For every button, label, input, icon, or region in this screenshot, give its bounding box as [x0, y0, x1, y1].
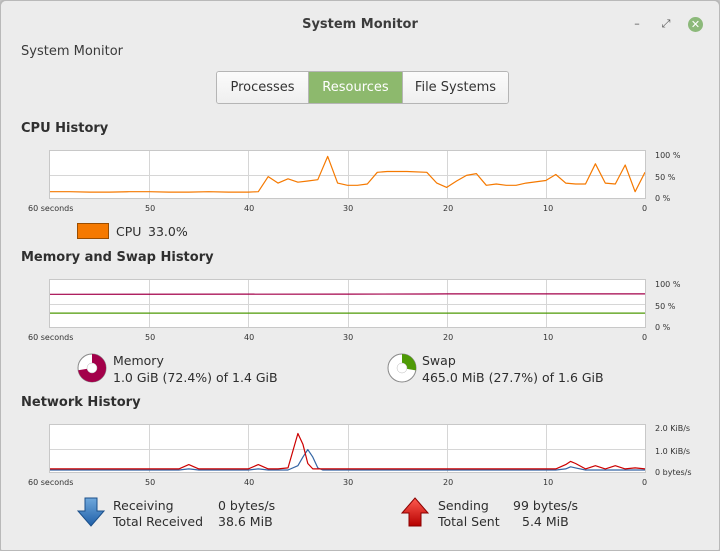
pie-center	[86, 362, 98, 374]
cpu-x-tick: 60 seconds	[28, 204, 74, 213]
network-y-tick-1: 1.0 KiB/s	[655, 447, 691, 456]
receiving-label: Receiving	[113, 498, 174, 513]
total-sent-label: Total Sent	[438, 514, 500, 529]
swap-value: 465.0 MiB (27.7%) of 1.6 GiB	[422, 370, 604, 385]
tab-processes[interactable]: Processes	[217, 72, 309, 103]
cpu-y-tick-100: 100 %	[655, 151, 681, 160]
network-y-tick-0: 0 bytes/s	[655, 468, 692, 477]
memory-x-tick: 30	[343, 333, 354, 342]
system-monitor-window: System Monitor – ⤢ ✕ System Monitor Proc…	[0, 0, 720, 551]
sending-value: 99 bytes/s	[513, 498, 579, 513]
window-title: System Monitor	[302, 17, 418, 32]
network-x-tick: 30	[343, 478, 354, 487]
cpu-x-tick: 0	[642, 204, 648, 213]
maximize-icon[interactable]: ⤢	[659, 17, 673, 31]
receiving-arrow-icon[interactable]	[76, 497, 106, 531]
memory-x-tick: 50	[145, 333, 156, 342]
memory-y-tick-100: 100 %	[655, 280, 681, 289]
memory-value: 1.0 GiB (72.4%) of 1.4 GiB	[113, 370, 278, 385]
swap-pie-icon[interactable]	[386, 352, 418, 384]
network-history-graph	[49, 424, 646, 473]
cpu-x-tick: 30	[343, 204, 354, 213]
network-x-tick: 50	[145, 478, 156, 487]
memory-x-tick: 60 seconds	[28, 333, 74, 342]
memory-y-tick-50: 50 %	[655, 302, 676, 311]
pie-center	[396, 362, 408, 374]
cpu-legend-label: CPU	[116, 224, 142, 239]
title-bar[interactable]: System Monitor – ⤢ ✕	[1, 1, 719, 39]
memory-x-tick: 20	[443, 333, 454, 342]
swap-label: Swap	[422, 353, 456, 368]
total-sent-value: 5.4 MiB	[522, 514, 569, 529]
close-icon[interactable]: ✕	[688, 17, 703, 32]
network-x-tick: 40	[244, 478, 255, 487]
total-received-value: 38.6 MiB	[218, 514, 273, 529]
receiving-value: 0 bytes/s	[218, 498, 276, 513]
memory-x-tick: 0	[642, 333, 648, 342]
network-x-tick: 20	[443, 478, 454, 487]
sending-label: Sending	[438, 498, 489, 513]
memory-pie-icon[interactable]	[76, 352, 108, 384]
minimize-icon[interactable]: –	[630, 17, 644, 31]
network-x-tick: 0	[642, 478, 648, 487]
network-y-tick-2: 2.0 KiB/s	[655, 424, 691, 433]
total-received-label: Total Received	[113, 514, 204, 529]
cpu-x-tick: 50	[145, 204, 156, 213]
series-line-receiving	[50, 449, 645, 471]
memory-x-tick: 10	[543, 333, 554, 342]
cpu-x-tick: 10	[543, 204, 554, 213]
network-history-title: Network History	[21, 395, 141, 410]
cpu-x-tick: 40	[244, 204, 255, 213]
sending-arrow-icon[interactable]	[400, 497, 430, 531]
cpu-legend-value: 33.0%	[148, 224, 188, 239]
view-tabs: Processes Resources File Systems	[216, 71, 509, 104]
cpu-y-tick-0: 0 %	[655, 194, 671, 203]
series-line-cpu	[50, 155, 645, 193]
cpu-y-tick-50: 50 %	[655, 173, 676, 182]
memory-history-title: Memory and Swap History	[21, 250, 214, 265]
memory-history-graph	[49, 279, 646, 328]
network-x-tick: 10	[543, 478, 554, 487]
cpu-x-tick: 20	[443, 204, 454, 213]
cpu-history-graph	[49, 150, 646, 199]
cpu-color-swatch[interactable]	[77, 223, 109, 239]
app-subtitle: System Monitor	[21, 44, 124, 59]
tab-resources[interactable]: Resources	[309, 72, 403, 103]
memory-y-tick-0: 0 %	[655, 323, 671, 332]
memory-x-tick: 40	[244, 333, 255, 342]
memory-label: Memory	[113, 353, 164, 368]
cpu-history-title: CPU History	[21, 121, 109, 136]
tab-file-systems[interactable]: File Systems	[403, 72, 508, 103]
network-x-tick: 60 seconds	[28, 478, 74, 487]
series-line-sending	[50, 432, 645, 470]
